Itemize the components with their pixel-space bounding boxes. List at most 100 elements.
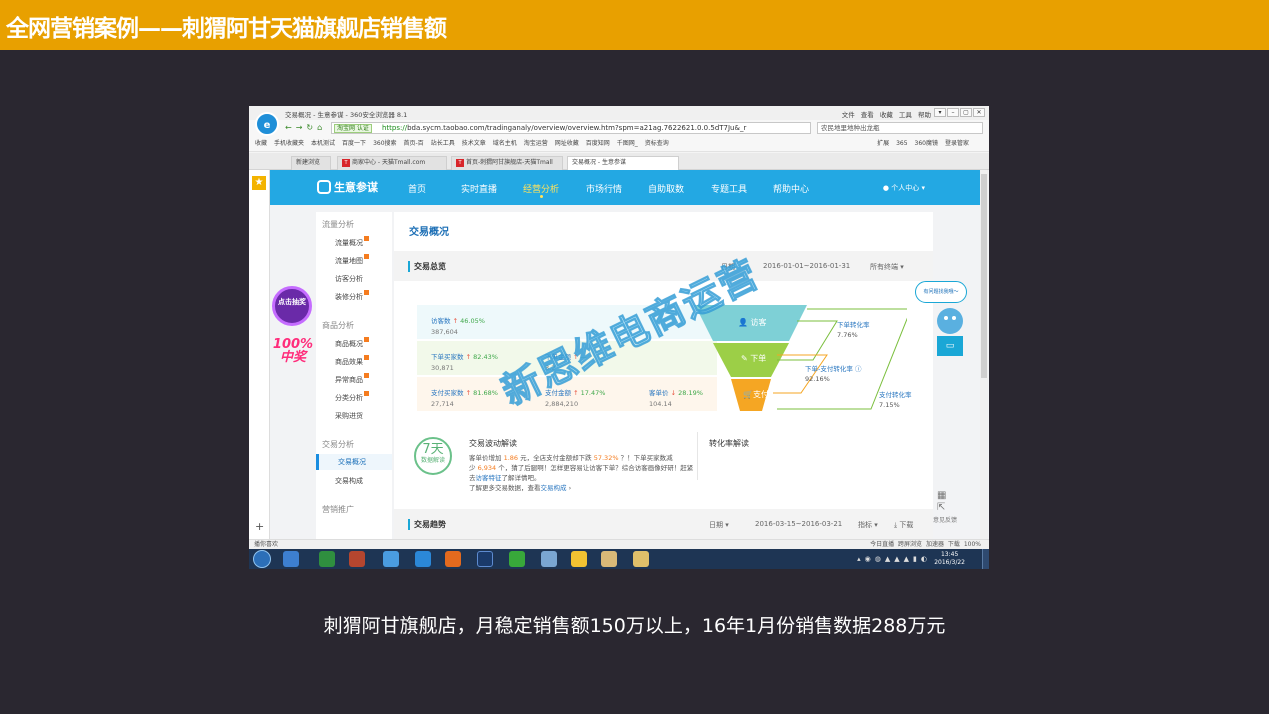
assistant-bubble[interactable]: 有问题找我哦～ <box>915 281 967 303</box>
favorite-item[interactable]: 本机测试 <box>311 140 335 147</box>
system-tray[interactable]: ▴◉◍▲▲▲▮◐ <box>857 555 931 563</box>
status-cross-screen[interactable]: 跨屏浏览 <box>898 541 922 548</box>
extension-item[interactable]: 登录管家 <box>945 140 969 147</box>
maximize-button[interactable]: ▢ <box>960 108 972 117</box>
info-icon[interactable]: ⓘ <box>855 365 862 373</box>
nav-business-analysis[interactable]: 经营分析 <box>523 182 559 198</box>
favorite-item[interactable]: 网址收藏 <box>555 140 579 147</box>
side-menu-item[interactable]: 流量地图 <box>335 256 363 266</box>
status-zoom[interactable]: 100% <box>964 541 981 548</box>
favorite-item[interactable]: 百度知网 <box>586 140 610 147</box>
extension-item[interactable]: 扩展 <box>877 140 889 147</box>
trend-date-select[interactable]: 日期 ▾ <box>709 520 729 530</box>
clock[interactable]: 13:45 2016/3/22 <box>934 551 965 567</box>
side-menu-item[interactable]: 交易概况 <box>316 454 392 470</box>
folder-icon[interactable] <box>633 551 649 567</box>
menu-favorites[interactable]: 收藏 <box>880 111 893 119</box>
robot-icon[interactable] <box>937 308 963 334</box>
favorite-item[interactable]: 技术文章 <box>462 140 486 147</box>
menu-help[interactable]: 帮助 <box>918 111 931 119</box>
taskbar-app-icon[interactable] <box>349 551 365 567</box>
start-button[interactable] <box>253 550 271 568</box>
visitor-feature-link[interactable]: 访客特征 <box>476 474 502 482</box>
tab-new[interactable]: 新建浏览 <box>291 156 331 170</box>
nav-self-service[interactable]: 自助取数 <box>648 182 684 195</box>
nav-help-center[interactable]: 帮助中心 <box>773 182 809 195</box>
browser-360-icon[interactable] <box>509 551 525 567</box>
menu-file[interactable]: 文件 <box>842 111 855 119</box>
nav-realtime[interactable]: 实时直播 <box>461 182 497 195</box>
taskbar-app-icon[interactable] <box>383 551 399 567</box>
trend-date-range[interactable]: 2016-03-15~2016-03-21 <box>755 520 842 528</box>
ie-icon[interactable] <box>415 551 431 567</box>
favorite-item[interactable]: 360搜索 <box>373 140 396 147</box>
status-download[interactable]: 下载 <box>948 541 960 548</box>
plus-icon[interactable]: + <box>255 520 264 533</box>
favorite-item[interactable]: 收藏 <box>255 140 267 147</box>
metric-avg-price[interactable]: 客单价 ↓ 28.19% 104.14 <box>649 387 703 408</box>
side-menu-item[interactable]: 装修分析 <box>335 292 363 302</box>
user-center[interactable]: ● 个人中心 ▾ <box>883 183 925 193</box>
favorite-item[interactable]: 百度一下 <box>342 140 366 147</box>
favorite-item[interactable]: 首页-百 <box>404 140 424 147</box>
tab-store-home[interactable]: T 首页-刺猬阿甘旗舰店-天猫Tmall <box>451 156 563 170</box>
favorite-item[interactable]: 域名主机 <box>493 140 517 147</box>
taskbar-app-icon[interactable] <box>541 551 557 567</box>
favorite-item[interactable]: 千图网_ <box>617 140 638 147</box>
metric-visitors[interactable]: 访客数 ↑ 46.05% 387,604 <box>431 315 485 336</box>
side-menu-item[interactable]: 异常商品 <box>335 375 363 385</box>
feedback-link[interactable]: 意见反馈 <box>933 517 957 525</box>
qq-icon[interactable] <box>571 551 587 567</box>
tab-trade-overview[interactable]: 交易概况 - 生意参谋 <box>567 156 679 170</box>
star-icon[interactable]: ★ <box>252 176 266 190</box>
home-icon[interactable]: ⌂ <box>317 123 326 132</box>
nav-market[interactable]: 市场行情 <box>586 182 622 195</box>
taskbar-app-icon[interactable] <box>319 551 335 567</box>
status-accelerator[interactable]: 加速器 <box>926 541 944 548</box>
back-icon[interactable]: ← <box>285 123 296 132</box>
scroll-thumb[interactable] <box>981 174 987 378</box>
minimize-button[interactable]: – <box>947 108 959 117</box>
refresh-icon[interactable]: ↻ <box>306 123 317 132</box>
status-left[interactable]: 播你喜欢 <box>254 540 278 549</box>
side-menu-group[interactable]: 商品分析 <box>322 320 354 331</box>
side-menu-group[interactable]: 流量分析 <box>322 219 354 230</box>
page-scrollbar[interactable] <box>980 170 988 539</box>
taskbar-app-icon[interactable] <box>601 551 617 567</box>
side-menu-item[interactable]: 商品效果 <box>335 357 363 367</box>
side-menu-group[interactable]: 营销推广 <box>322 504 354 515</box>
side-menu-item[interactable]: 访客分析 <box>335 274 363 284</box>
favorite-item[interactable]: 站长工具 <box>431 140 455 147</box>
nav-topic-tools[interactable]: 专题工具 <box>711 182 747 195</box>
trade-composition-link[interactable]: 交易构成 <box>541 484 567 492</box>
close-button[interactable]: ✕ <box>973 108 985 117</box>
qr-code-icon[interactable]: ▦ ⇱ <box>937 490 951 514</box>
lottery-promo[interactable]: 点击抽奖 100%中奖 <box>269 286 317 382</box>
search-input[interactable]: 农民地里地种出龙瓶 <box>817 122 983 134</box>
menu-view[interactable]: 查看 <box>861 111 874 119</box>
taskbar-app-icon[interactable] <box>283 551 299 567</box>
favorite-item[interactable]: 淘宝运营 <box>524 140 548 147</box>
side-menu-item[interactable]: 采购进货 <box>335 411 363 421</box>
side-menu-item[interactable]: 商品概况 <box>335 339 363 349</box>
show-desktop-button[interactable] <box>982 549 989 569</box>
chat-icon[interactable]: ▭ <box>937 336 963 356</box>
nav-home[interactable]: 首页 <box>408 182 426 195</box>
menu-tools[interactable]: 工具 <box>899 111 912 119</box>
sycm-logo[interactable]: 生意参谋 <box>317 179 378 195</box>
favorite-item[interactable]: 资标查询 <box>645 140 669 147</box>
index-select[interactable]: 指标 ▾ <box>858 520 878 530</box>
side-menu-group[interactable]: 交易分析 <box>322 439 354 450</box>
lottery-button[interactable]: 点击抽奖 <box>272 286 312 326</box>
extension-item[interactable]: 365 <box>896 140 907 147</box>
side-menu-item[interactable]: 分类分析 <box>335 393 363 403</box>
extension-item[interactable]: 360魔镜 <box>915 140 938 147</box>
url-input[interactable]: 淘宝网 认证 https://bda.sycm.taobao.com/tradi… <box>331 122 811 134</box>
terminal-select[interactable]: 所有终端 ▾ <box>870 262 904 272</box>
forward-icon[interactable]: → <box>296 123 307 132</box>
firefox-icon[interactable] <box>445 551 461 567</box>
photoshop-icon[interactable] <box>477 551 493 567</box>
side-menu-item[interactable]: 交易构成 <box>335 476 363 486</box>
url-cert-badge[interactable]: 淘宝网 认证 <box>334 124 372 133</box>
tab-merchant-center[interactable]: T 商家中心 - 天猫Tmall.com <box>337 156 447 170</box>
